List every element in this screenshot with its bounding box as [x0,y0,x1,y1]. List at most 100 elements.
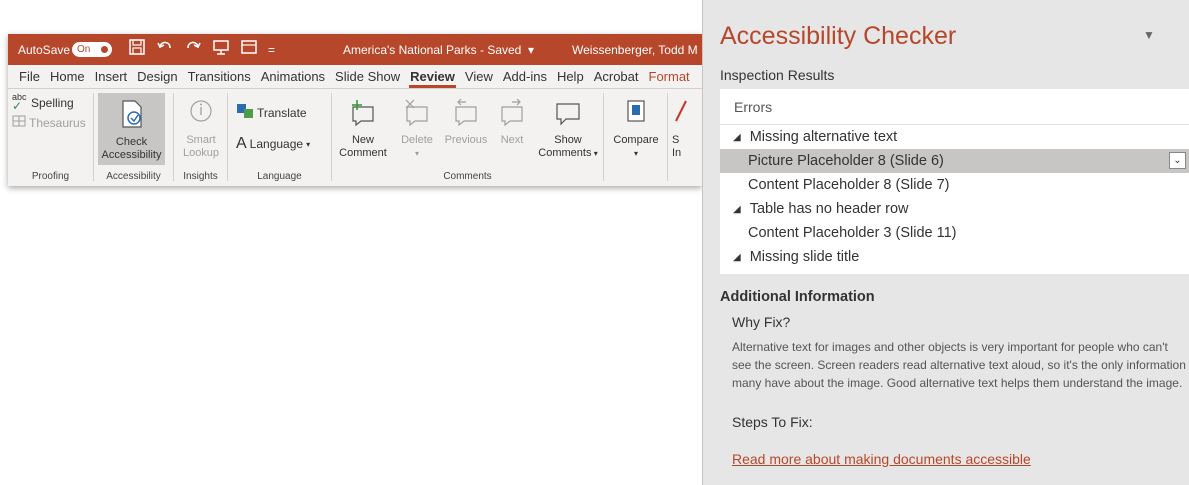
redo-icon[interactable] [184,38,202,61]
tree-item[interactable]: Picture Placeholder 8 (Slide 6) ⌄ [720,149,1189,173]
accessibility-icon [98,99,165,133]
previous-comment-button[interactable]: Previous [442,98,490,147]
inspection-results-label: Inspection Results [720,67,835,83]
lightbulb-icon [176,99,226,131]
language-button[interactable]: A Language ▾ [236,135,310,153]
inspection-results-list[interactable]: Errors ◢ Missing alternative text Picture … [720,89,1189,274]
language-label: Language [249,137,304,151]
next-comment-label: Next [500,134,524,146]
powerpoint-ribbon-window: AutoSave On = America's National Parks -… [8,34,702,186]
present-icon[interactable] [240,38,258,61]
chevron-down-icon: ▾ [528,42,535,57]
tree-item[interactable]: Slide 9 [720,269,1189,274]
tree-category[interactable]: ◢ Missing alternative text [720,125,1189,149]
tab-animations[interactable]: Animations [256,69,330,88]
compare-button[interactable]: Compare ▾ [608,99,664,160]
steps-to-fix-heading: Steps To Fix: [732,414,813,430]
compare-icon [608,99,664,131]
previous-comment-icon [442,98,490,131]
tree-row-label: Content Placeholder 8 (Slide 7) [748,177,950,193]
tree-category[interactable]: ◢ Table has no header row [720,197,1189,221]
customize-qat-icon[interactable]: = [268,43,275,57]
ribbon-tabs: File Home Insert Design Transitions Animation… [8,65,702,89]
tree-row-label: Slide 9 [748,273,792,274]
tab-slide-show[interactable]: Slide Show [330,69,405,88]
delete-comment-icon [394,99,440,131]
tab-format[interactable]: Format [644,69,695,88]
group-proofing: abc ✓ Spelling Thesaurus Proofing [8,92,94,182]
user-name[interactable]: Weissenberger, Todd M [572,34,698,65]
document-title-text: America's National Parks - Saved [343,42,522,57]
title-bar: AutoSave On = America's National Parks -… [8,34,702,65]
previous-comment-label: Previous [444,134,488,146]
tab-design[interactable]: Design [132,69,182,88]
tab-home[interactable]: Home [45,69,90,88]
tab-file[interactable]: File [14,69,45,88]
tab-transitions[interactable]: Transitions [183,69,256,88]
read-more-link[interactable]: Read more about making documents accessi… [732,451,1031,467]
toggle-knob [101,46,108,53]
group-label-language: Language [257,171,302,182]
tab-add-ins[interactable]: Add-ins [498,69,552,88]
smart-lookup-line2: Lookup [182,147,220,159]
chevron-down-icon: ▾ [306,139,311,149]
expand-triangle-icon[interactable]: ◢ [733,132,741,143]
tab-insert[interactable]: Insert [90,69,133,88]
tree-item[interactable]: Content Placeholder 8 (Slide 7) [720,173,1189,197]
new-comment-button[interactable]: New Comment [338,99,388,160]
why-fix-heading: Why Fix? [732,314,791,330]
why-fix-text: Alternative text for images and other ob… [732,340,1186,390]
autosave-toggle[interactable]: On [72,42,112,57]
chevron-down-icon: ▾ [633,149,638,158]
tree-row-label: Missing slide title [749,249,860,265]
translate-label: Translate [257,105,307,120]
pane-title: Accessibility Checker [720,22,957,50]
group-label-accessibility: Accessibility [106,171,161,182]
expand-triangle-icon[interactable]: ◢ [733,252,741,263]
autosave-state: On [77,44,91,55]
expand-triangle-icon[interactable]: ◢ [733,204,741,215]
tab-acrobat[interactable]: Acrobat [589,69,644,88]
check-label-line1: Check [115,136,148,148]
tab-review[interactable]: Review [405,69,460,88]
next-comment-button[interactable]: Next [492,98,532,147]
autosave-label: AutoSave [18,42,71,57]
spelling-icon: abc ✓ [12,92,27,113]
document-title[interactable]: America's National Parks - Saved ▾ [343,34,534,65]
smart-lookup-line1: Smart [186,134,216,146]
additional-information-heading: Additional Information [720,289,875,305]
language-icon: A [236,135,247,152]
tree-item[interactable]: Content Placeholder 3 (Slide 11) [720,221,1189,245]
group-language: Translate A Language ▾ Language [228,93,332,182]
spelling-button[interactable]: abc ✓ Spelling [12,92,74,113]
ribbon-body: abc✓ Spelling Thesaurus Proofing Check [8,89,702,185]
save-icon[interactable] [128,38,146,61]
undo-icon[interactable] [156,38,174,61]
pane-options-chevron-icon[interactable]: ▼ [1143,28,1155,42]
tab-view[interactable]: View [460,69,498,88]
check-accessibility-button[interactable]: Check Accessibility [98,93,165,165]
translate-button[interactable]: Translate [236,103,307,122]
delete-comment-button[interactable]: Delete ▾ [394,99,440,160]
group-comments: New Comment Delete ▾ Previous Next Show … [332,93,604,182]
row-dropdown-chevron-icon[interactable]: ⌄ [1169,152,1186,169]
spelling-label: Spelling [31,95,74,110]
tab-help[interactable]: Help [552,69,589,88]
compare-label: Compare [613,134,659,146]
group-label-insights: Insights [183,171,218,182]
delete-comment-label: Delete [401,134,433,146]
show-comments-button[interactable]: Show Comments ▾ [536,99,600,160]
tree-category[interactable]: ◢ Missing slide title [720,245,1189,269]
start-from-beginning-icon[interactable] [212,38,230,61]
pen-icon [672,99,702,131]
group-insights: Smart Lookup Insights [174,93,228,182]
tree-row-label: Picture Placeholder 8 (Slide 6) [748,153,944,169]
partial-ink-button[interactable]: S In [672,99,702,160]
thesaurus-button[interactable]: Thesaurus [12,115,86,130]
thesaurus-label: Thesaurus [29,115,86,130]
partial-label-line2: In [672,147,682,159]
group-accessibility: Check Accessibility Accessibility [94,93,174,182]
show-comments-icon [536,99,600,131]
smart-lookup-button[interactable]: Smart Lookup [176,99,226,160]
chevron-down-icon: ▾ [414,149,419,158]
